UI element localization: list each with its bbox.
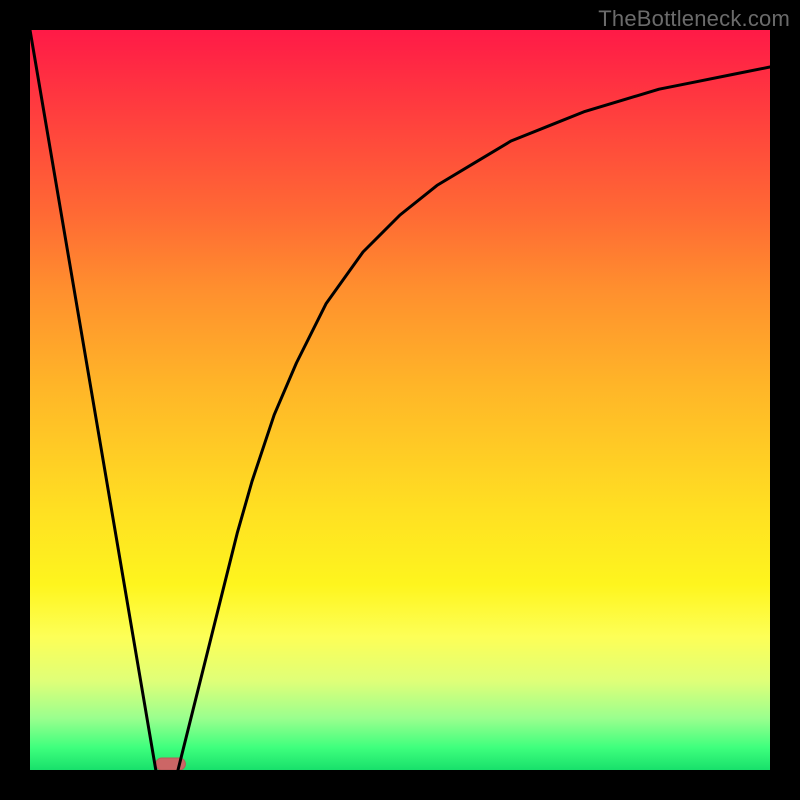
watermark-text: TheBottleneck.com xyxy=(598,6,790,32)
chart-frame: TheBottleneck.com xyxy=(0,0,800,800)
curve-left-slope xyxy=(30,30,156,770)
chart-svg xyxy=(30,30,770,770)
plot-area xyxy=(30,30,770,770)
curve-right-curve xyxy=(178,67,770,770)
